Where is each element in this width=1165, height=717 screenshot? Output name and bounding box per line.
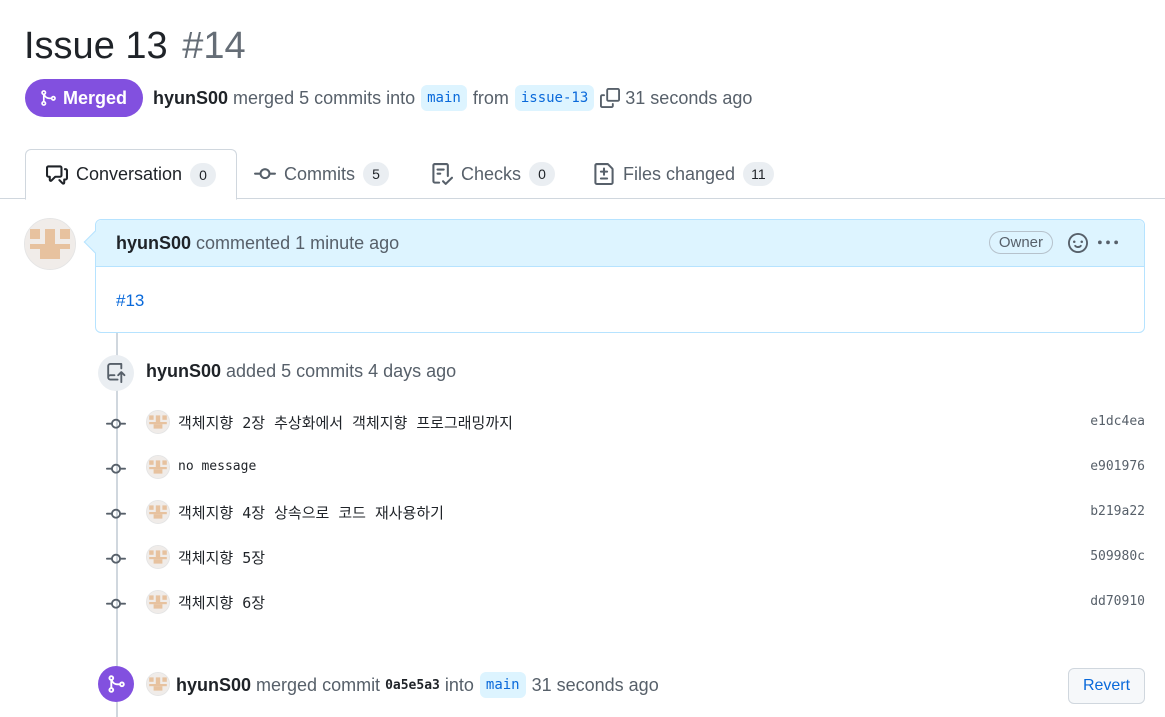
merge-time: 31 seconds ago <box>625 87 753 108</box>
git-commit-icon <box>106 418 126 429</box>
git-commit-icon <box>106 553 126 564</box>
tab-counter: 5 <box>363 162 389 186</box>
avatar[interactable] <box>24 218 76 270</box>
merge-event-badge <box>98 666 134 702</box>
merge-event: hyunS00 merged commit 0a5e5a3 into main … <box>176 672 659 698</box>
event-author[interactable]: hyunS00 <box>176 675 251 696</box>
git-merge-icon <box>108 675 125 693</box>
tab-conversation[interactable]: Conversation 0 <box>25 149 238 200</box>
commit-row: 객체지향 5장 509980c <box>100 543 1145 573</box>
tab-commits[interactable]: Commits 5 <box>254 149 389 199</box>
pr-meta: Merged hyunS00 merged 5 commits into mai… <box>25 79 752 117</box>
smiley-icon[interactable] <box>1068 233 1088 253</box>
checklist-icon <box>432 163 453 185</box>
tab-counter: 0 <box>529 162 556 186</box>
commit-message[interactable]: 객체지향 2장 추상화에서 객체지향 프로그래밍까지 <box>178 412 513 433</box>
tab-counter: 11 <box>743 162 774 186</box>
git-commit-icon <box>106 463 126 474</box>
commit-message[interactable]: 객체지향 5장 <box>178 547 265 568</box>
status-label: Merged <box>63 87 128 108</box>
commit-sha[interactable]: b219a22 <box>1090 504 1145 519</box>
into-text: into <box>444 674 474 695</box>
git-commit-icon <box>254 168 276 180</box>
revert-button[interactable]: Revert <box>1068 668 1145 704</box>
file-diff-icon <box>594 163 614 185</box>
merge-branch[interactable]: main <box>479 672 526 698</box>
tab-files-changed[interactable]: Files changed 11 <box>593 149 774 199</box>
commit-message[interactable]: 객체지향 6장 <box>178 592 265 613</box>
comment-arrow <box>83 230 107 254</box>
author-link[interactable]: hyunS00 <box>153 88 228 109</box>
commit-row: 객체지향 4장 상속으로 코드 재사용하기 b219a22 <box>100 498 1145 528</box>
pr-title: Issue 13 <box>24 25 168 67</box>
owner-badge: Owner <box>988 231 1053 254</box>
comment-discussion-icon <box>46 164 68 185</box>
tab-bar: Conversation 0 Commits 5 Checks 0 Files … <box>0 149 1165 200</box>
repo-push-icon <box>107 363 126 383</box>
commit-sha[interactable]: dd70910 <box>1090 594 1145 609</box>
commit-row: 객체지향 2장 추상화에서 객체지향 프로그래밍까지 e1dc4ea <box>100 408 1145 438</box>
tab-label: Files changed <box>623 163 736 184</box>
avatar[interactable] <box>146 455 170 479</box>
git-commit-icon <box>106 598 126 609</box>
event-author[interactable]: hyunS00 <box>146 361 221 382</box>
from-text: from <box>472 87 509 108</box>
kebab-horizontal-icon[interactable] <box>1097 233 1119 253</box>
head-branch[interactable]: issue-13 <box>514 85 595 111</box>
comment-header: hyunS00 commented 1 minute ago Owner <box>83 220 1144 267</box>
merge-commit-sha[interactable]: 0a5e5a3 <box>385 678 440 693</box>
tab-counter: 0 <box>190 162 217 187</box>
commit-sha[interactable]: e1dc4ea <box>1090 414 1145 429</box>
commit-message[interactable]: no message <box>178 459 256 474</box>
avatar[interactable] <box>146 545 170 569</box>
page-title: Issue 13 #14 <box>24 22 246 70</box>
tab-label: Conversation <box>76 164 183 184</box>
avatar[interactable] <box>146 500 170 524</box>
merge-text: merged commit <box>256 674 381 695</box>
issue-reference-link[interactable]: #13 <box>116 291 144 310</box>
tab-checks[interactable]: Checks 0 <box>431 149 556 199</box>
comment-body: #13 <box>96 267 1144 335</box>
base-branch[interactable]: main <box>421 85 467 111</box>
identicon-avatar <box>25 219 75 269</box>
commit-sha[interactable]: 509980c <box>1090 549 1145 564</box>
comment-author[interactable]: hyunS00 <box>116 233 191 254</box>
pr-number: #14 <box>182 25 246 67</box>
status-badge: Merged <box>25 79 144 117</box>
git-merge-icon <box>41 90 56 106</box>
commit-row: no message e901976 <box>100 453 1145 483</box>
commit-message[interactable]: 객체지향 4장 상속으로 코드 재사용하기 <box>178 502 444 523</box>
git-commit-icon <box>106 508 126 519</box>
avatar[interactable] <box>146 410 170 434</box>
commits-added-event: hyunS00 added 5 commits 4 days ago <box>146 361 456 382</box>
avatar[interactable] <box>146 672 170 696</box>
merge-time: 31 seconds ago <box>531 674 659 695</box>
avatar[interactable] <box>146 590 170 614</box>
tab-label: Commits <box>284 163 355 184</box>
copy-icon[interactable] <box>600 88 621 108</box>
comment-action: commented 1 minute ago <box>196 232 400 253</box>
tab-label: Checks <box>461 163 522 184</box>
action-text: merged 5 commits into <box>233 87 416 108</box>
commit-sha[interactable]: e901976 <box>1090 459 1145 474</box>
commit-row: 객체지향 6장 dd70910 <box>100 588 1145 618</box>
push-event-badge <box>98 355 134 391</box>
comment-box: hyunS00 commented 1 minute ago Owner #13 <box>83 219 1145 335</box>
event-text: added 5 commits 4 days ago <box>226 361 457 381</box>
